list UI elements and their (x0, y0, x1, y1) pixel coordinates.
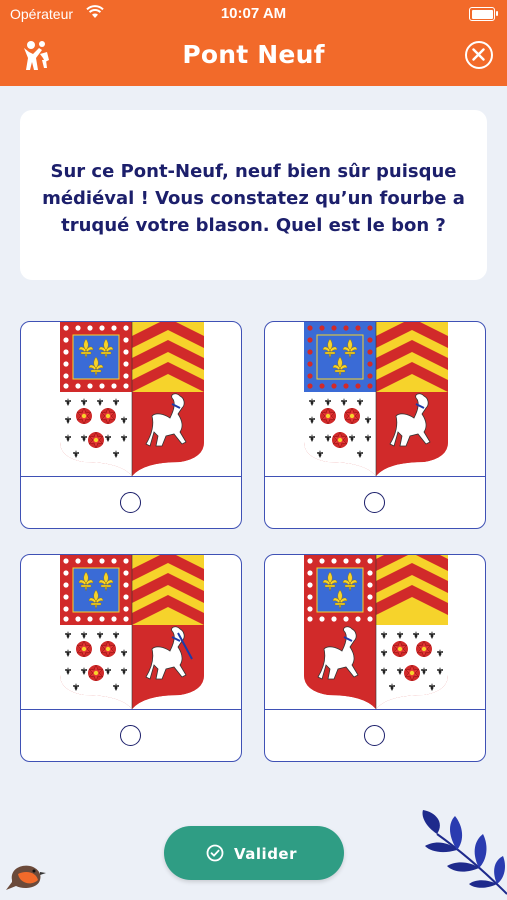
coat-of-arms-image (21, 555, 241, 710)
coat-of-arms-icon (304, 322, 448, 476)
page-title: Pont Neuf (182, 40, 325, 69)
answer-option-4[interactable] (264, 554, 486, 762)
validate-label: Valider (234, 845, 298, 863)
coat-of-arms-image (265, 322, 485, 477)
validate-button[interactable]: Valider (164, 826, 344, 880)
option-radio[interactable] (364, 492, 385, 513)
coat-of-arms-icon (60, 322, 204, 476)
robin-bird-icon (6, 865, 46, 890)
check-circle-icon (206, 844, 224, 862)
app-header: Opérateur 10:07 AM Pont Neuf (0, 0, 507, 86)
status-time: 10:07 AM (220, 5, 287, 22)
battery-icon (469, 7, 498, 21)
close-button[interactable] (465, 41, 493, 69)
close-icon (472, 48, 485, 61)
question-text: Sur ce Pont-Neuf, neuf bien sûr puisque … (42, 161, 465, 236)
coat-of-arms-icon (60, 555, 204, 709)
coat-of-arms-image (265, 555, 485, 710)
option-radio[interactable] (364, 725, 385, 746)
answer-option-3[interactable] (20, 554, 242, 762)
answer-option-2[interactable] (264, 321, 486, 529)
coat-of-arms-image (21, 322, 241, 477)
coat-of-arms-icon (304, 555, 448, 709)
status-bar: Opérateur 10:07 AM (0, 0, 507, 28)
question-card: Sur ce Pont-Neuf, neuf bien sûr puisque … (20, 110, 487, 280)
option-radio[interactable] (120, 725, 141, 746)
answer-option-1[interactable] (20, 321, 242, 529)
option-radio[interactable] (120, 492, 141, 513)
leaf-branch-icon (422, 810, 507, 895)
